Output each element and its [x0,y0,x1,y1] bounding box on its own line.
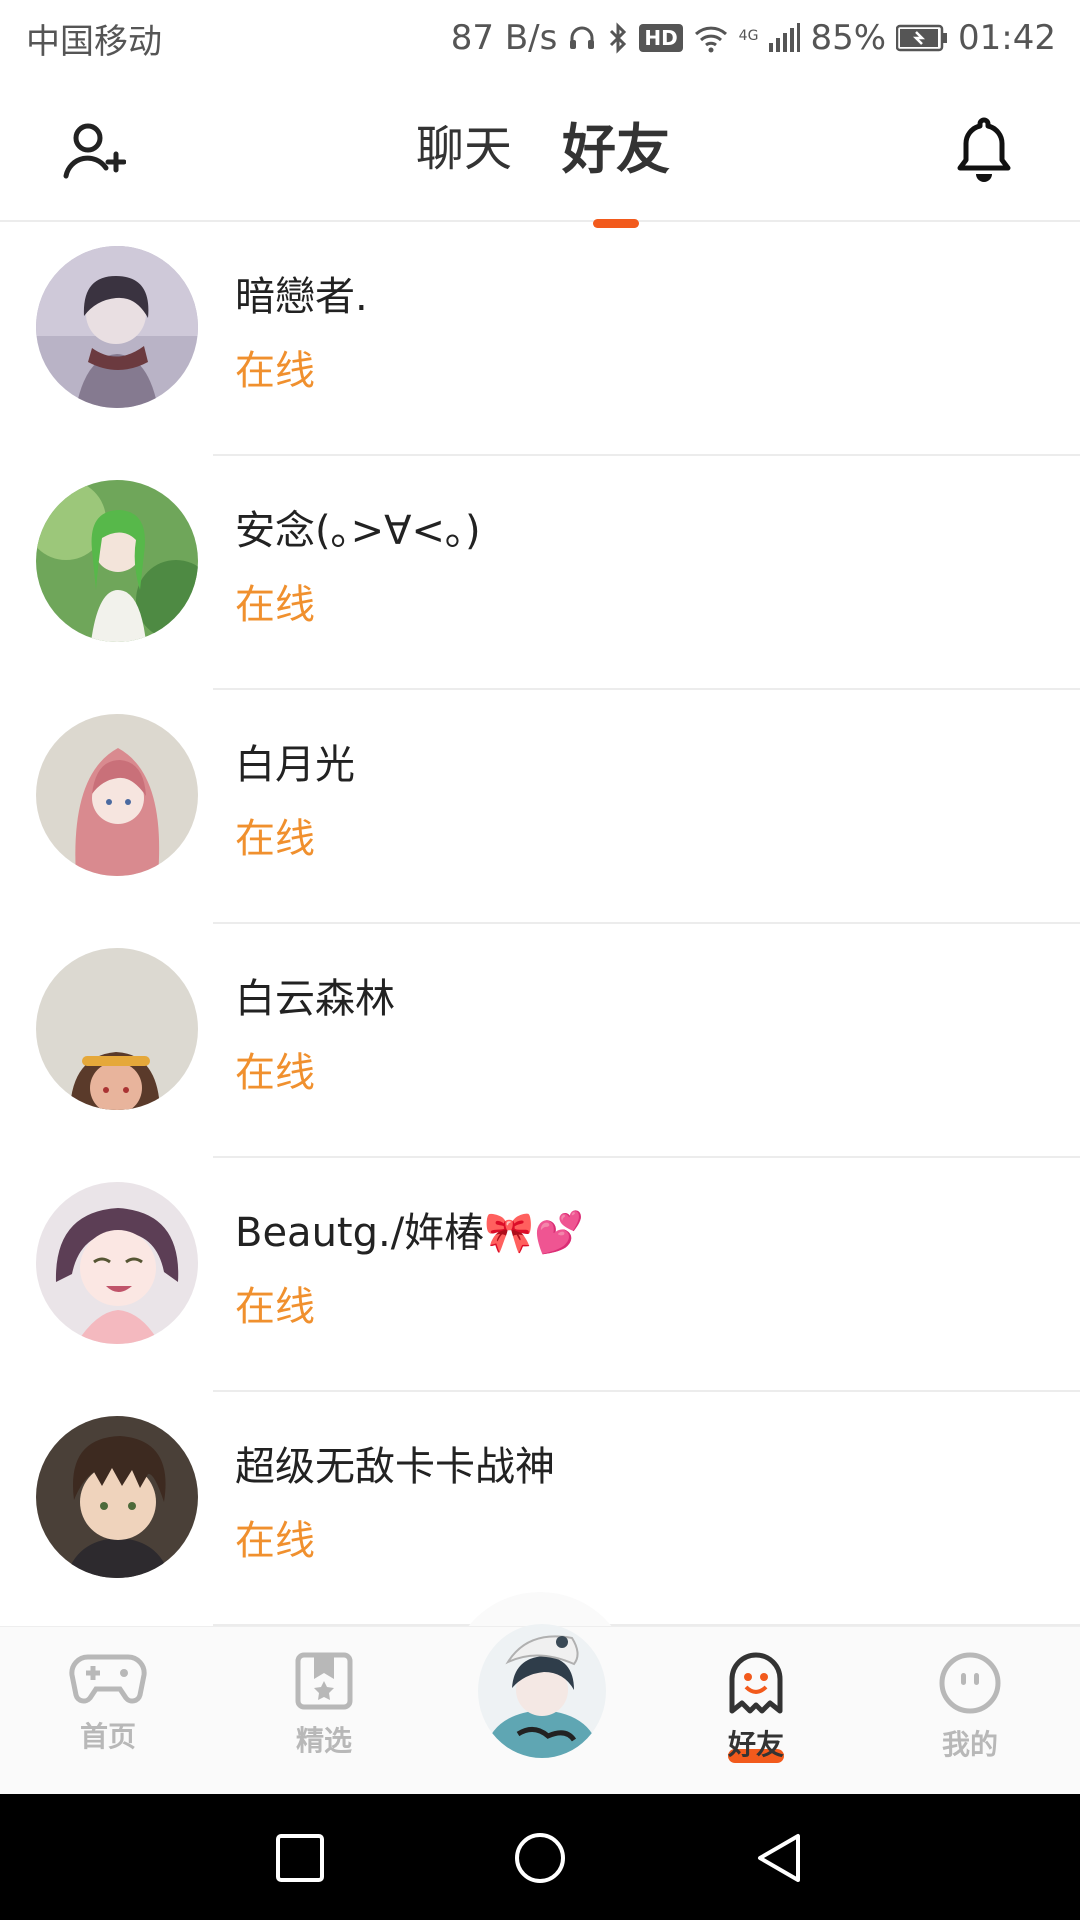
friend-name: 白月光 [235,742,355,788]
hd-badge: HD [639,24,683,52]
nav-item-friends[interactable]: 好友 [696,1651,816,1763]
recent-apps-icon[interactable] [272,1830,328,1886]
status-bar: 中国移动 87 B/s HD 4G 85% 01:42 [0,0,1080,76]
tab-chat-label: 聊天 [415,121,512,177]
net-speed: 87 B/s [450,18,558,58]
tab-chat[interactable]: 聊天 [416,109,512,189]
headphones-icon [567,23,597,53]
tab-friends[interactable]: 好友 [562,105,670,228]
battery-percent: 85% [810,18,887,58]
avatar[interactable] [36,714,198,876]
nav-label-featured: 精选 [295,1724,352,1757]
friend-name: 暗戀者. [235,274,368,320]
tab-friends-label: 好友 [562,117,670,181]
status-icons: 87 B/s HD 4G 85% 01:42 [451,18,1056,58]
friends-screen: 中国移动 87 B/s HD 4G 85% 01:42 聊天 好友 暗戀者. 在… [0,0,1080,1920]
gamepad-icon [68,1651,148,1711]
friend-row[interactable]: 安念(｡>∀<｡) 在线 [0,456,1080,690]
nav-label-mine: 我的 [941,1728,998,1761]
friend-name: 安念(｡>∀<｡) [235,508,481,554]
signal-icon [768,23,801,53]
bluetooth-icon [607,22,629,54]
network-type: 4G [738,28,759,44]
friend-status: 在线 [235,348,315,394]
friend-status: 在线 [235,1050,315,1096]
center-avatar-button[interactable] [478,1624,606,1758]
friend-row[interactable]: 白云森林 在线 [0,924,1080,1158]
battery-icon [896,24,948,52]
friend-list: 暗戀者. 在线 安念(｡>∀<｡) 在线 白月光 在线 白云森林 在线 Beau… [0,222,1080,1626]
home-circle-icon[interactable] [512,1830,568,1886]
friend-row[interactable]: 超级无敌卡卡战神 在线 [0,1392,1080,1626]
nav-item-featured[interactable]: 精选 [264,1651,384,1759]
carrier-label: 中国移动 [26,21,162,62]
avatar[interactable] [36,1182,198,1344]
top-header: 聊天 好友 [0,76,1080,228]
friend-row[interactable]: 白月光 在线 [0,690,1080,924]
friend-name: 白云森林 [235,976,395,1022]
tab-bar: 聊天 好友 [0,76,1080,228]
friend-status: 在线 [235,1284,315,1330]
notification-bell-icon[interactable] [952,114,1016,186]
star-bookmark-icon [294,1651,354,1715]
friend-status: 在线 [235,582,315,628]
wifi-icon [693,23,729,53]
friend-row[interactable]: Beautg./姩椿🎀💕 在线 [0,1158,1080,1392]
friend-status: 在线 [235,816,315,862]
avatar[interactable] [36,948,198,1110]
system-nav-bar [0,1794,1080,1920]
avatar[interactable] [36,246,198,408]
avatar[interactable] [36,480,198,642]
back-triangle-icon[interactable] [752,1830,808,1886]
friend-row[interactable]: 暗戀者. 在线 [0,222,1080,456]
friend-name: Beautg./姩椿🎀💕 [235,1210,584,1256]
avatar[interactable] [36,1416,198,1578]
nav-item-mine[interactable]: 我的 [910,1651,1030,1763]
nav-item-home[interactable]: 首页 [48,1651,168,1755]
nav-label-friends: 好友 [727,1728,784,1761]
friend-name: 超级无敌卡卡战神 [235,1444,555,1490]
clock: 01:42 [958,18,1056,58]
friend-status: 在线 [235,1518,315,1564]
ghost-icon [724,1651,788,1719]
nav-label-home: 首页 [79,1720,136,1753]
smiley-icon [938,1651,1002,1719]
